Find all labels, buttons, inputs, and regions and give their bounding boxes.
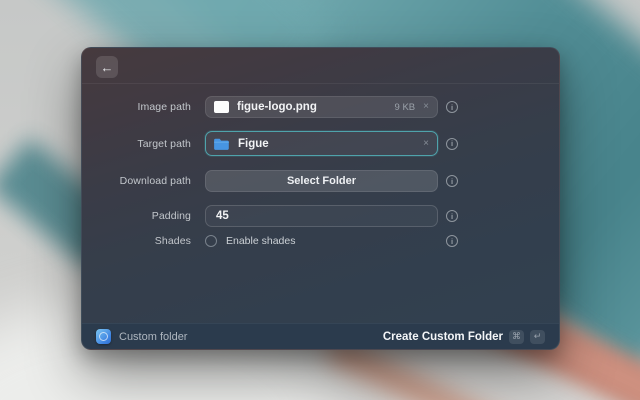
padding-row: Padding 45 i [82,205,559,227]
info-icon[interactable]: i [446,138,458,150]
image-thumbnail [214,101,229,113]
back-button[interactable]: ← [96,56,118,78]
download-path-label: Download path [82,175,191,187]
shades-label: Shades [82,235,191,247]
select-folder-button[interactable]: Select Folder [205,170,438,192]
info-icon[interactable]: i [446,175,458,187]
target-path-label: Target path [82,138,191,150]
submit-label: Create Custom Folder [383,331,503,343]
enable-shades-label[interactable]: Enable shades [226,235,295,247]
dialog-footer: Custom folder Create Custom Folder ⌘ ↵ [82,323,559,349]
app-icon [96,329,111,344]
image-path-row: Image path figue-logo.png 9 KB × i [82,96,559,118]
padding-label: Padding [82,210,191,222]
return-key-icon: ↵ [530,330,545,344]
image-path-label: Image path [82,101,191,113]
clear-file-icon[interactable]: × [423,102,429,112]
target-path-row: Target path Figue × i [82,131,559,156]
target-folder-name: Figue [238,138,269,150]
download-path-row: Download path Select Folder i [82,170,559,192]
info-icon[interactable]: i [446,101,458,113]
create-custom-folder-button[interactable]: Create Custom Folder ⌘ ↵ [383,330,545,344]
info-icon[interactable]: i [446,210,458,222]
desktop: ← Image path figue-logo.png 9 KB × i Tar… [0,0,640,400]
target-path-field[interactable]: Figue × [205,131,438,156]
enable-shades-checkbox[interactable] [205,235,217,247]
file-size-badge: 9 KB [395,102,416,113]
folder-icon [214,138,229,150]
clear-target-icon[interactable]: × [423,139,429,149]
custom-folder-dialog: ← Image path figue-logo.png 9 KB × i Tar… [81,47,560,350]
image-path-file-chip[interactable]: figue-logo.png 9 KB × [205,96,438,118]
dialog-header: ← [82,48,559,84]
command-key-icon: ⌘ [509,330,524,344]
back-arrow-icon: ← [101,61,114,74]
shades-row: Shades Enable shades i [82,234,559,248]
padding-input[interactable]: 45 [205,205,438,227]
info-icon[interactable]: i [446,235,458,247]
app-name: Custom folder [119,331,187,343]
file-name: figue-logo.png [237,101,317,113]
